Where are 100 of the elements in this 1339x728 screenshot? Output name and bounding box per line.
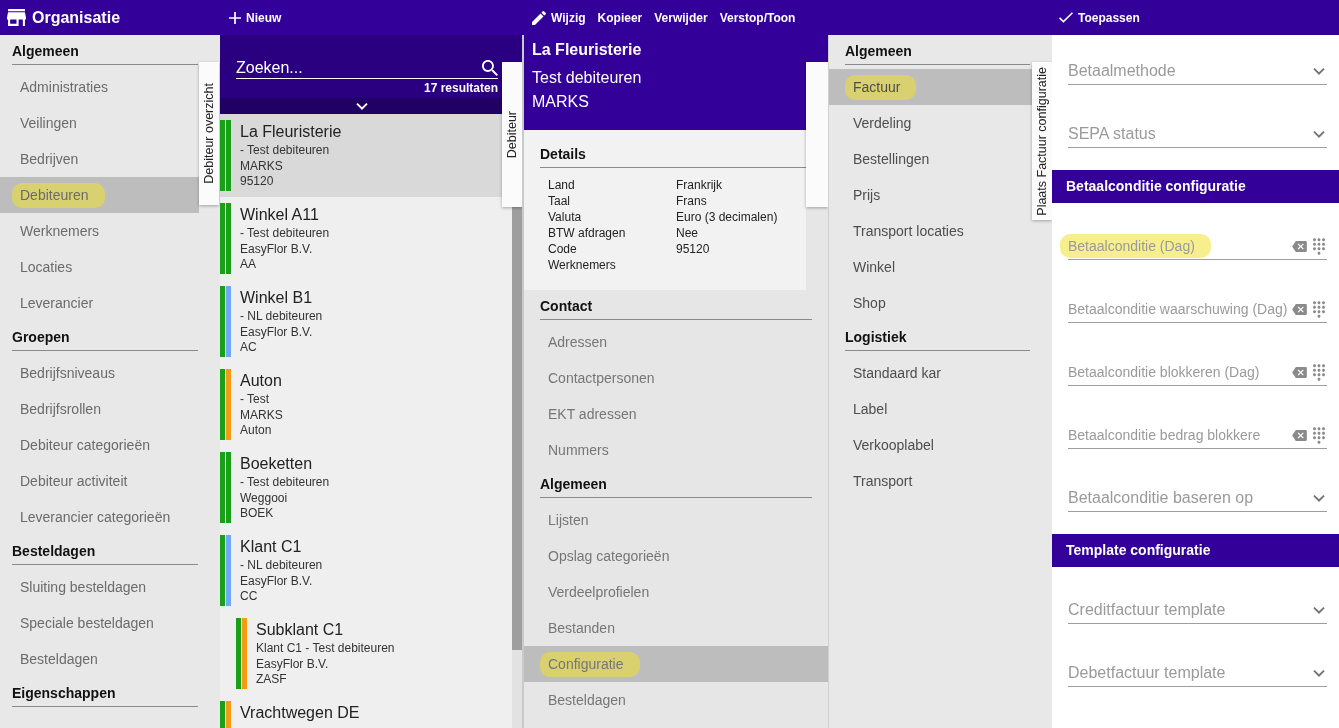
section-header: Betaalconditie configuratie [1052, 170, 1339, 203]
list-item[interactable]: Auton - Test MARKS Auton [220, 363, 503, 446]
select-field[interactable]: Debetfactuur template [1068, 660, 1327, 687]
side-tab[interactable]: Debiteur [502, 62, 522, 207]
section-header: Template configuratie [1052, 534, 1339, 567]
nav-item[interactable]: Leverancier [0, 285, 199, 321]
highlighted-label: Betaalconditie (Dag) [1060, 234, 1211, 258]
item-detail: EasyFlor B.V. [240, 241, 314, 257]
side-tab[interactable] [806, 62, 828, 207]
number-field[interactable]: Betaalconditie (Dag) [1068, 233, 1327, 260]
item-detail: Klant C1 - Test debiteuren [256, 641, 395, 657]
nav-item[interactable]: Veilingen [0, 105, 199, 141]
chevron-down-icon [1313, 67, 1325, 75]
chevron-down-icon [1313, 130, 1325, 138]
nav-item[interactable]: Verdeling [829, 105, 1032, 141]
apply-button[interactable]: Toepassen [1059, 9, 1140, 26]
nav-item[interactable]: Administraties [0, 69, 199, 105]
item-detail: - Test debiteuren [240, 143, 331, 159]
plus-icon [229, 11, 241, 24]
dialpad-icon [1313, 426, 1325, 444]
nav-item[interactable]: Werknemers [0, 213, 199, 249]
nav-item[interactable]: Bestellingen [829, 141, 1032, 177]
backspace-icon [1292, 303, 1307, 315]
select-field[interactable]: Betaalconditie baseren op [1068, 485, 1327, 512]
backspace-icon [1292, 366, 1307, 378]
nav-item[interactable]: Standaard kar [829, 355, 1032, 391]
store-icon [7, 9, 26, 26]
nav-item[interactable]: Debiteur categorieën [0, 427, 199, 463]
nav-item[interactable]: Factuur [829, 69, 1032, 105]
detail-value: Frankrijk [676, 177, 723, 193]
copy-button[interactable]: Kopieer [597, 9, 643, 26]
list-item[interactable]: La Fleuristerie - Test debiteuren MARKS 95120 [220, 114, 503, 197]
nav-item[interactable]: Speciale besteldagen [0, 605, 199, 641]
nav-item[interactable]: Bedrijven [0, 141, 199, 177]
edit-button[interactable]: Wijzig [532, 9, 586, 26]
select-field[interactable]: Creditfactuur template [1068, 597, 1327, 624]
nav-item[interactable]: Debiteuren [0, 177, 199, 213]
nav-item[interactable]: Verdeelprofielen [524, 574, 828, 610]
nav-item[interactable]: Verkooplabel [829, 427, 1032, 463]
delete-button[interactable]: Verwijder [654, 9, 708, 26]
list-item[interactable]: Winkel A11 - Test debiteuren EasyFlor B.V. AA [220, 197, 503, 280]
section-heading: Eigenschappen [12, 677, 198, 707]
item-detail: Auton [240, 423, 273, 439]
nav-item[interactable]: Bedrijfsrollen [0, 391, 199, 427]
item-title: Boeketten [240, 454, 314, 474]
nav-item[interactable]: Lijsten [524, 502, 828, 538]
nav-item[interactable]: Debiteur activiteit [0, 463, 199, 499]
nav-item[interactable]: Locaties [0, 249, 199, 285]
list-item[interactable]: Klant C1 - NL debiteuren EasyFlor B.V. CC [220, 529, 503, 612]
new-button[interactable]: Nieuw [229, 9, 282, 26]
list-item[interactable]: Vrachtwegen DE [220, 695, 503, 728]
nav-item[interactable]: Label [829, 391, 1032, 427]
dialpad-icon [1313, 363, 1325, 381]
nav-item[interactable]: Transport [829, 463, 1032, 499]
nav-item[interactable]: Configuratie [524, 646, 828, 682]
nav-item[interactable]: Shop [829, 285, 1032, 321]
nav-item[interactable]: Nummers [524, 432, 828, 468]
chevron-down-icon [1313, 669, 1325, 677]
section-heading: Besteldagen [12, 535, 198, 565]
nav-item[interactable]: Bestanden [524, 610, 828, 646]
item-detail: MARKS [240, 158, 284, 174]
side-tab[interactable]: Debiteur overzicht [199, 62, 219, 205]
app-title: Organisatie [32, 7, 121, 28]
nav-item[interactable]: Opslag categorieën [524, 538, 828, 574]
nav-item[interactable]: Adressen [524, 324, 828, 360]
side-tab[interactable]: Plaats Factuur configuratie [1032, 62, 1052, 220]
select-field[interactable]: Betaalmethode [1068, 58, 1327, 85]
nav-item[interactable]: Prijs [829, 177, 1032, 213]
hide-show-button[interactable]: Verstop/Toon [719, 9, 796, 26]
nav-item[interactable]: Besteldagen [524, 682, 828, 718]
dialpad-icon [1313, 300, 1325, 318]
section-heading: Algemeen [540, 468, 812, 498]
list-item[interactable]: Winkel B1 - NL debiteuren EasyFlor B.V. AC [220, 280, 503, 363]
item-title: Winkel A11 [240, 205, 320, 225]
list-item[interactable]: Boeketten - Test debiteuren Weggooi BOEK [220, 446, 503, 529]
highlighted-label: Debiteuren [12, 182, 105, 208]
item-detail: - NL debiteuren [240, 309, 323, 325]
item-detail: BOEK [240, 506, 275, 522]
nav-item[interactable]: Contactpersonen [524, 360, 828, 396]
select-field[interactable]: SEPA status [1068, 121, 1327, 148]
nav-item[interactable]: EKT adressen [524, 396, 828, 432]
item-detail: MARKS [240, 407, 283, 423]
nav-item[interactable]: Leverancier categorieën [0, 499, 199, 535]
nav-item[interactable]: Bedrijfsniveaus [0, 355, 199, 391]
item-detail: - Test debiteuren [240, 226, 330, 242]
nav-item[interactable]: Sluiting besteldagen [0, 569, 199, 605]
item-title: Vrachtwegen DE [240, 703, 360, 723]
collapse-bar[interactable] [220, 98, 503, 114]
nav-item[interactable]: Transport locaties [829, 213, 1032, 249]
number-field[interactable]: Betaalconditie waarschuwing (Dag) [1068, 296, 1327, 323]
detail-value: Frans [676, 193, 708, 209]
item-detail: ZASF [256, 672, 288, 688]
list-item[interactable]: Subklant C1 Klant C1 - Test debiteuren EasyFlor B.V. ZASF [220, 612, 503, 695]
search-icon [482, 59, 498, 76]
nav-item[interactable]: Winkel [829, 249, 1032, 285]
detail-label: Valuta [548, 209, 583, 225]
detail-value: Nee [676, 225, 699, 241]
nav-item[interactable]: Besteldagen [0, 641, 199, 677]
number-field[interactable]: Betaalconditie blokkeren (Dag) [1068, 359, 1327, 386]
number-field[interactable]: Betaalconditie bedrag blokkere [1068, 422, 1327, 449]
